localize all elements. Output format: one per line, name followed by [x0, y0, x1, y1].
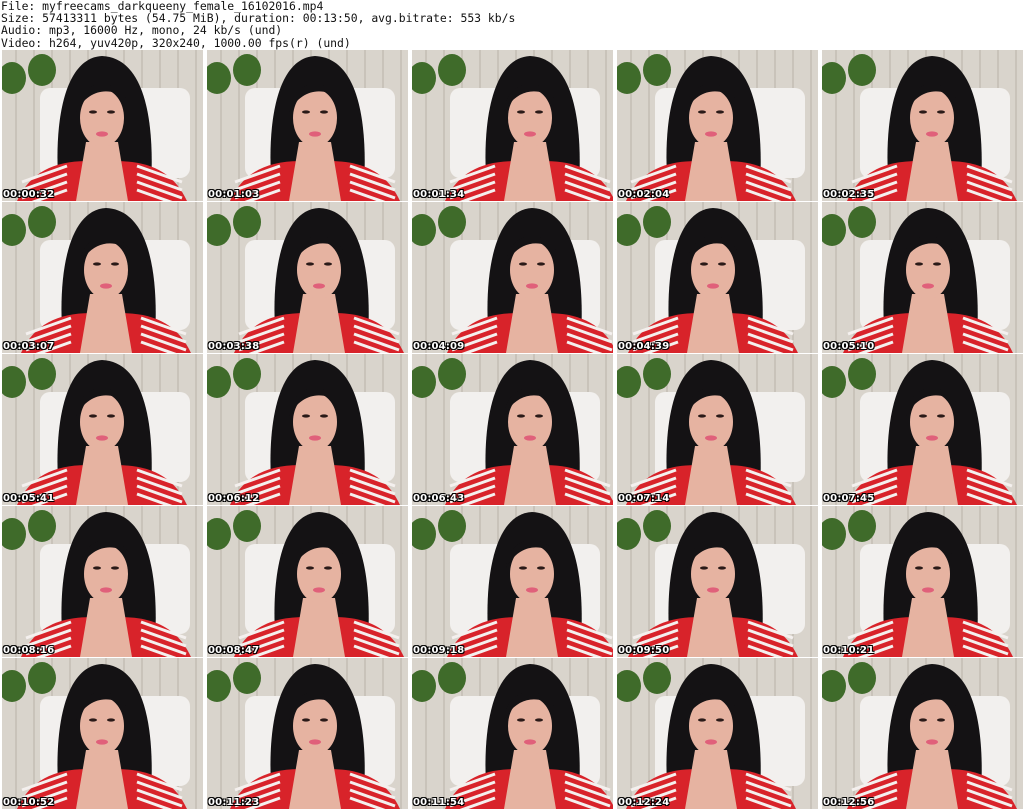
- thumbnail-timestamp: 00:10:21: [823, 645, 875, 656]
- video-thumbnail: 00:07:14: [617, 354, 818, 505]
- thumbnail-timestamp: 00:10:52: [3, 797, 55, 808]
- frame-image: [207, 354, 408, 505]
- thumbnail-timestamp: 00:07:14: [618, 493, 670, 504]
- frame-image: [617, 506, 818, 657]
- video-thumbnail: 00:07:45: [822, 354, 1023, 505]
- thumbnail-timestamp: 00:07:45: [823, 493, 875, 504]
- frame-image: [207, 506, 408, 657]
- video-thumbnail: 00:00:32: [2, 50, 203, 201]
- thumbnail-timestamp: 00:02:04: [618, 189, 670, 200]
- video-thumbnail: 00:06:43: [412, 354, 613, 505]
- frame-image: [617, 354, 818, 505]
- frame-image: [822, 50, 1023, 201]
- audio-info-line: Audio: mp3, 16000 Hz, mono, 24 kb/s (und…: [1, 23, 283, 38]
- video-thumbnail: 00:04:39: [617, 202, 818, 353]
- thumbnail-timestamp: 00:11:54: [413, 797, 465, 808]
- thumbnail-timestamp: 00:03:38: [208, 341, 260, 352]
- video-thumbnail: 00:04:09: [412, 202, 613, 353]
- thumbnail-timestamp: 00:06:43: [413, 493, 465, 504]
- video-thumbnail: 00:03:07: [2, 202, 203, 353]
- thumbnail-timestamp: 00:09:50: [618, 645, 670, 656]
- frame-image: [207, 658, 408, 809]
- thumbnail-timestamp: 00:01:03: [208, 189, 260, 200]
- thumbnail-timestamp: 00:03:07: [3, 341, 55, 352]
- video-thumbnail: 00:02:35: [822, 50, 1023, 201]
- video-thumbnail: 00:09:50: [617, 506, 818, 657]
- video-thumbnail: 00:11:54: [412, 658, 613, 809]
- video-thumbnail: 00:03:38: [207, 202, 408, 353]
- frame-image: [2, 658, 203, 809]
- frame-image: [207, 50, 408, 201]
- video-thumbnail: 00:09:18: [412, 506, 613, 657]
- video-info-line: Video: h264, yuv420p, 320x240, 1000.00 f…: [1, 35, 351, 50]
- thumbnail-timestamp: 00:05:41: [3, 493, 55, 504]
- thumbnail-timestamp: 00:12:56: [823, 797, 875, 808]
- thumbnail-timestamp: 00:09:18: [413, 645, 465, 656]
- frame-image: [617, 50, 818, 201]
- video-thumbnail: 00:08:47: [207, 506, 408, 657]
- video-thumbnail: 00:02:04: [617, 50, 818, 201]
- video-thumbnail: 00:12:24: [617, 658, 818, 809]
- frame-image: [2, 354, 203, 505]
- video-thumbnail: 00:10:21: [822, 506, 1023, 657]
- frame-image: [207, 202, 408, 353]
- video-thumbnail: 00:01:03: [207, 50, 408, 201]
- thumbnail-timestamp: 00:04:09: [413, 341, 465, 352]
- frame-image: [617, 202, 818, 353]
- video-thumbnail: 00:12:56: [822, 658, 1023, 809]
- thumbnail-timestamp: 00:02:35: [823, 189, 875, 200]
- frame-image: [617, 658, 818, 809]
- thumbnail-timestamp: 00:08:47: [208, 645, 260, 656]
- frame-image: [412, 50, 613, 201]
- thumbnail-timestamp: 00:05:10: [823, 341, 875, 352]
- file-info-header: File: myfreecams_darkqueeny_female_16102…: [1, 0, 1021, 49]
- thumbnail-timestamp: 00:06:12: [208, 493, 260, 504]
- frame-image: [2, 202, 203, 353]
- video-thumbnail: 00:08:16: [2, 506, 203, 657]
- video-thumbnail: 00:05:41: [2, 354, 203, 505]
- frame-image: [822, 354, 1023, 505]
- frame-image: [822, 658, 1023, 809]
- frame-image: [2, 506, 203, 657]
- thumbnail-timestamp: 00:01:34: [413, 189, 465, 200]
- video-thumbnail: 00:11:23: [207, 658, 408, 809]
- thumbnail-timestamp: 00:11:23: [208, 797, 260, 808]
- video-thumbnail: 00:06:12: [207, 354, 408, 505]
- frame-image: [412, 658, 613, 809]
- thumbnail-timestamp: 00:12:24: [618, 797, 670, 808]
- video-thumbnail: 00:05:10: [822, 202, 1023, 353]
- frame-image: [822, 506, 1023, 657]
- thumbnail-timestamp: 00:04:39: [618, 341, 670, 352]
- thumbnail-grid: 00:00:32 00:01:03 00:01:34 00:02:04 00:02:35…: [2, 50, 1023, 811]
- frame-image: [2, 50, 203, 201]
- thumbnail-timestamp: 00:00:32: [3, 189, 55, 200]
- frame-image: [822, 202, 1023, 353]
- frame-image: [412, 506, 613, 657]
- video-thumbnail: 00:10:52: [2, 658, 203, 809]
- frame-image: [412, 202, 613, 353]
- video-thumbnail: 00:01:34: [412, 50, 613, 201]
- thumbnail-timestamp: 00:08:16: [3, 645, 55, 656]
- frame-image: [412, 354, 613, 505]
